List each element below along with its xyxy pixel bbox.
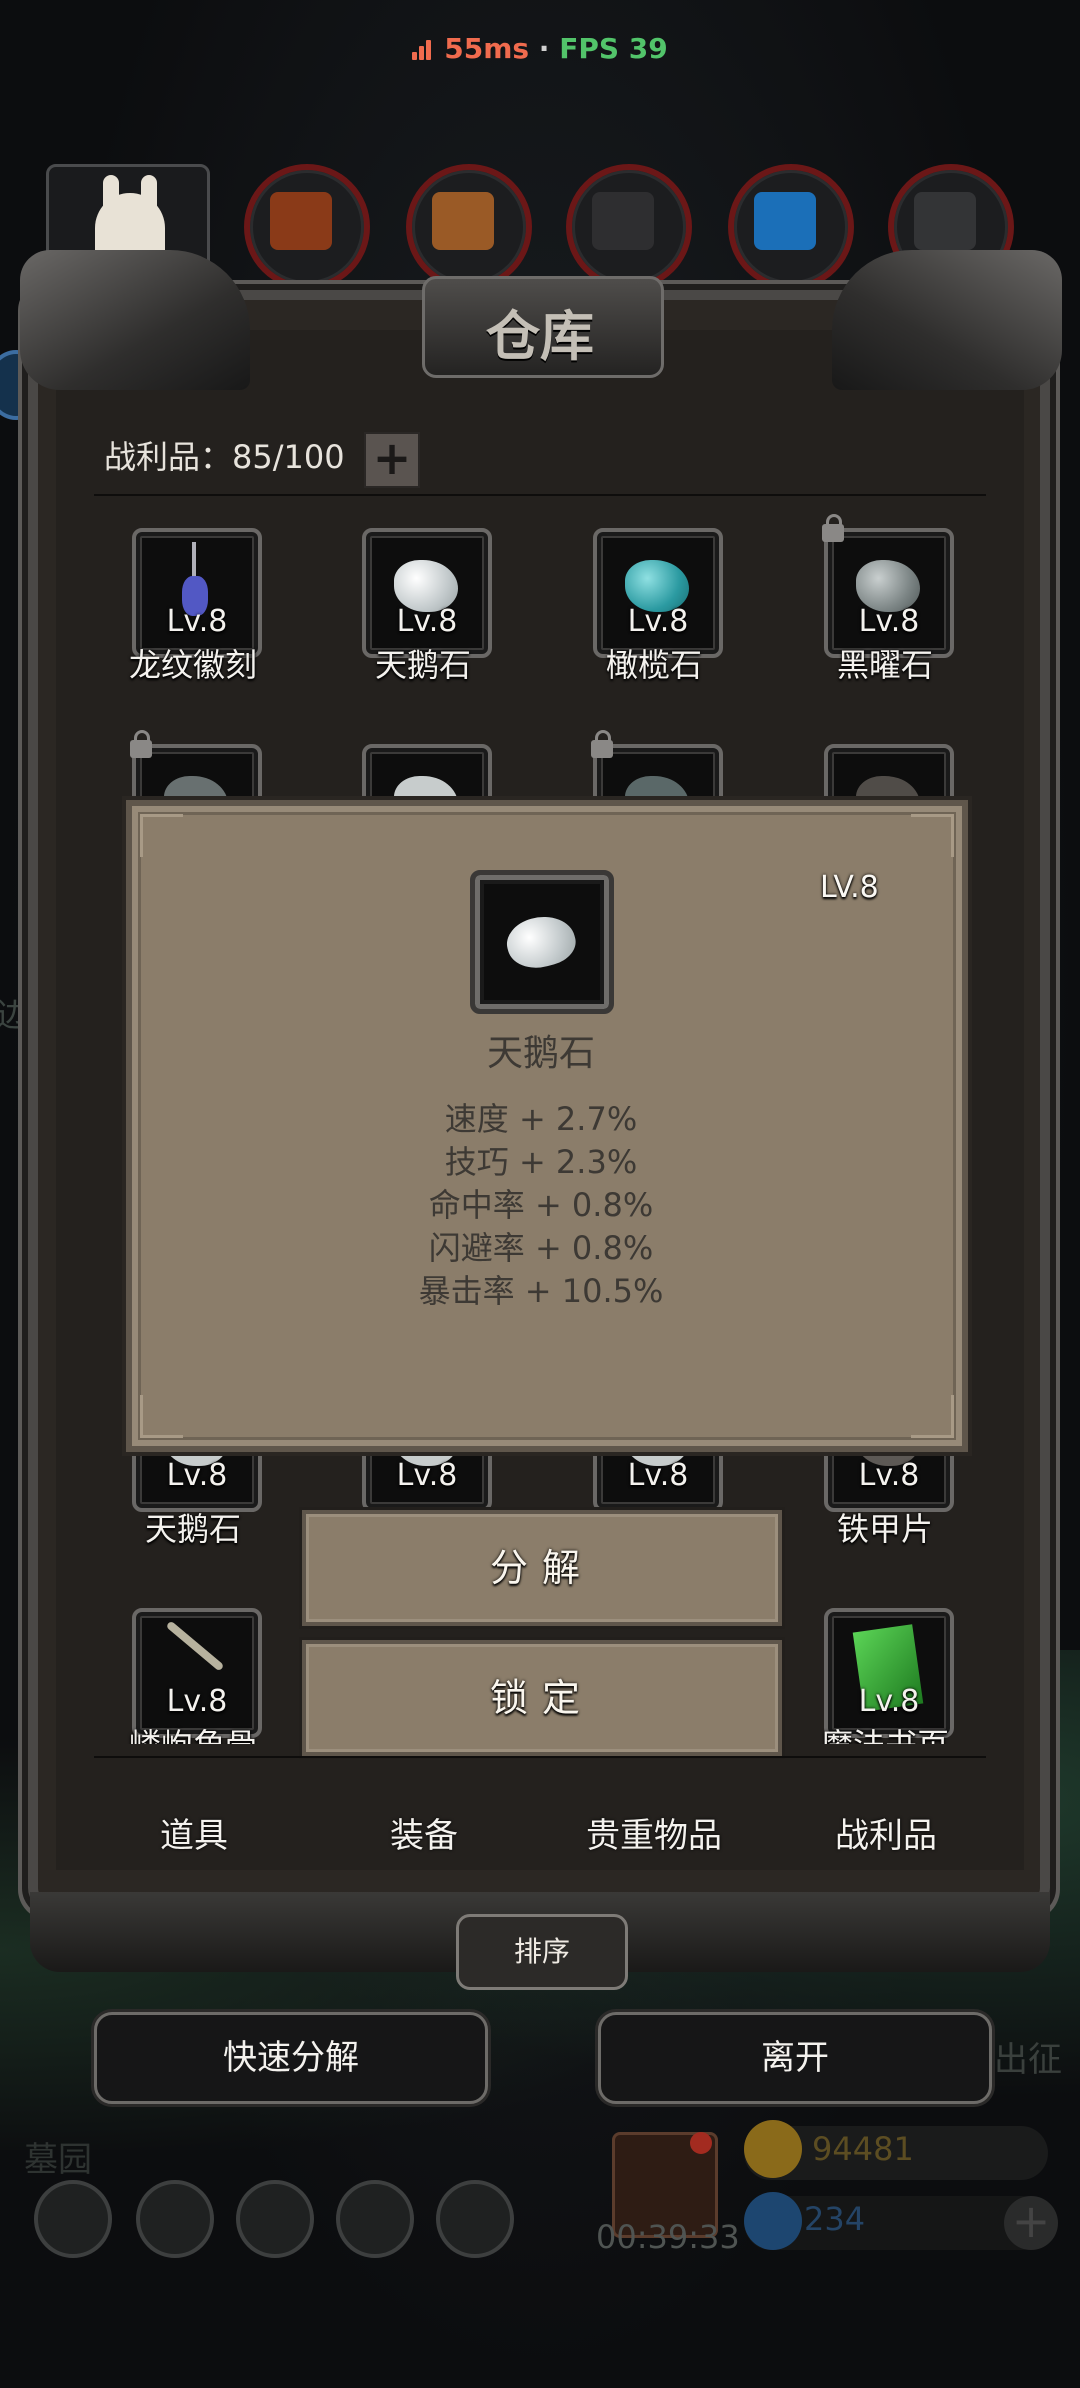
performance-overlay: 55ms · FPS 39	[0, 32, 1080, 65]
tab-equipment[interactable]: 装备	[314, 1808, 534, 1857]
decompose-button[interactable]: 分解	[302, 1510, 782, 1626]
coin-amount: 94481	[812, 2130, 914, 2168]
detail-stats: 速度 + 2.7% 技巧 + 2.3% 命中率 + 0.8% 闪避率 + 0.8…	[126, 1098, 956, 1313]
item-slot[interactable]: Lv.8	[132, 528, 262, 658]
item-slot[interactable]: Lv.8	[593, 528, 723, 658]
item-level: Lv.8	[396, 604, 458, 639]
item-level: Lv.8	[396, 1458, 458, 1493]
add-currency-icon[interactable]: +	[1004, 2196, 1058, 2250]
crystal-resource-icon[interactable]	[728, 164, 854, 290]
item-slot[interactable]: Lv.8	[824, 1608, 954, 1738]
hero-icon[interactable]	[236, 2180, 314, 2258]
detail-level: LV.8	[820, 870, 879, 905]
expand-capacity-button[interactable]: +	[364, 432, 420, 488]
sort-button[interactable]: 排序	[456, 1914, 628, 1990]
gift-timer: 00:39:33	[596, 2218, 740, 2256]
item-slot[interactable]: Lv.8	[822, 514, 954, 658]
divider	[94, 494, 986, 496]
gold-coin-icon	[744, 2120, 802, 2178]
bone-icon	[165, 1620, 225, 1672]
item-slot[interactable]: Lv.8	[132, 1608, 262, 1738]
divider	[94, 1756, 986, 1758]
white-stone-icon	[501, 909, 581, 975]
detail-item-icon	[470, 870, 614, 1014]
item-name: 嶙峋角骨	[93, 1720, 293, 1744]
detail-item-name: 天鹅石	[486, 1033, 595, 1074]
signal-icon	[412, 36, 438, 60]
lock-icon	[130, 730, 152, 758]
mail-icon[interactable]	[336, 2180, 414, 2258]
quick-decompose-button[interactable]: 快速分解	[94, 2012, 488, 2104]
loot-count: 战利品：85/100	[104, 438, 345, 476]
lock-icon	[822, 514, 844, 542]
item-level: Lv.8	[166, 1458, 228, 1493]
stat-line: 暴击率 + 10.5%	[418, 1272, 664, 1310]
item-name: 天鹅石	[144, 1510, 241, 1548]
ping-text: 55ms	[444, 32, 530, 65]
fps-text: FPS 39	[559, 32, 668, 65]
achievement-icon[interactable]	[136, 2180, 214, 2258]
tab-loot[interactable]: 战利品	[776, 1808, 996, 1857]
lock-icon	[591, 730, 613, 758]
item-level: Lv.8	[166, 1684, 228, 1719]
dragon-ornament-left-icon	[20, 250, 250, 390]
item-slot[interactable]: Lv.8	[362, 528, 492, 658]
item-name: 铁甲片	[836, 1510, 933, 1548]
stat-line: 闪避率 + 0.8%	[428, 1229, 654, 1267]
item-level: Lv.8	[858, 1684, 920, 1719]
item-name: 龙纹徽刻	[128, 646, 257, 684]
gem-amount: 234	[804, 2200, 866, 2238]
iron-resource-icon[interactable]	[566, 164, 692, 290]
area-label: 墓园	[24, 2140, 92, 2180]
stat-line: 速度 + 2.7%	[444, 1100, 638, 1138]
separator: ·	[529, 32, 560, 65]
item-level: Lv.8	[858, 1458, 920, 1493]
quest-icon[interactable]	[436, 2180, 514, 2258]
item-level: Lv.8	[858, 604, 920, 639]
item-name: 黑曜石	[836, 646, 933, 684]
item-level: Lv.8	[166, 604, 228, 639]
settings-icon[interactable]	[34, 2180, 112, 2258]
wood-resource-icon[interactable]	[406, 164, 532, 290]
dragon-ornament-right-icon	[832, 250, 1062, 390]
notification-dot	[690, 2132, 712, 2154]
item-name: 天鹅石	[374, 646, 471, 684]
leave-button[interactable]: 离开	[598, 2012, 992, 2104]
stat-line: 命中率 + 0.8%	[428, 1186, 654, 1224]
page-title: 仓库	[486, 304, 594, 368]
diamond-icon	[744, 2192, 802, 2250]
item-level: Lv.8	[627, 1458, 689, 1493]
expedition-label: 出征	[994, 2040, 1062, 2080]
leather-resource-icon[interactable]	[244, 164, 370, 290]
tab-valuables[interactable]: 贵重物品	[544, 1808, 764, 1857]
item-name: 橄榄石	[605, 646, 702, 684]
item-name: 魔法书页	[785, 1720, 985, 1744]
lock-button[interactable]: 锁定	[302, 1640, 782, 1756]
tab-items[interactable]: 道具	[84, 1808, 304, 1857]
item-level: Lv.8	[627, 604, 689, 639]
side-left-text: 边	[0, 996, 29, 1034]
stat-line: 技巧 + 2.3%	[444, 1143, 638, 1181]
